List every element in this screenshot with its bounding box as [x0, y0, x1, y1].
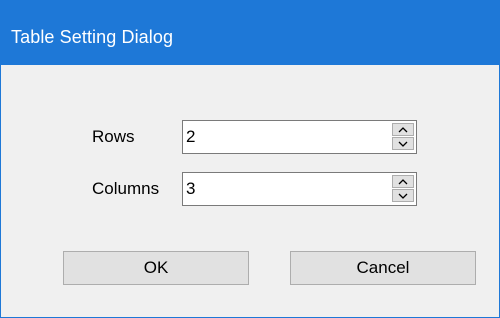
columns-spin-buttons — [392, 175, 414, 203]
dialog-window: Table Setting Dialog Rows Columns — [0, 0, 500, 318]
chevron-up-icon — [398, 126, 408, 132]
rows-decrement-button[interactable] — [392, 137, 414, 150]
rows-spin-buttons — [392, 123, 414, 151]
rows-spinner — [182, 120, 417, 154]
dialog-title: Table Setting Dialog — [11, 27, 174, 47]
chevron-up-icon — [398, 178, 408, 184]
rows-label: Rows — [92, 127, 135, 146]
chevron-down-icon — [398, 193, 408, 199]
columns-spinner — [182, 172, 417, 206]
rows-increment-button[interactable] — [392, 123, 414, 136]
columns-input[interactable] — [186, 177, 376, 201]
columns-decrement-button[interactable] — [392, 189, 414, 202]
columns-label: Columns — [92, 179, 160, 198]
ok-button[interactable]: OK — [63, 251, 249, 285]
cancel-button[interactable]: Cancel — [290, 251, 476, 285]
title-bar[interactable]: Table Setting Dialog — [1, 1, 499, 65]
rows-input[interactable] — [186, 125, 376, 149]
columns-increment-button[interactable] — [392, 175, 414, 188]
chevron-down-icon — [398, 141, 408, 147]
